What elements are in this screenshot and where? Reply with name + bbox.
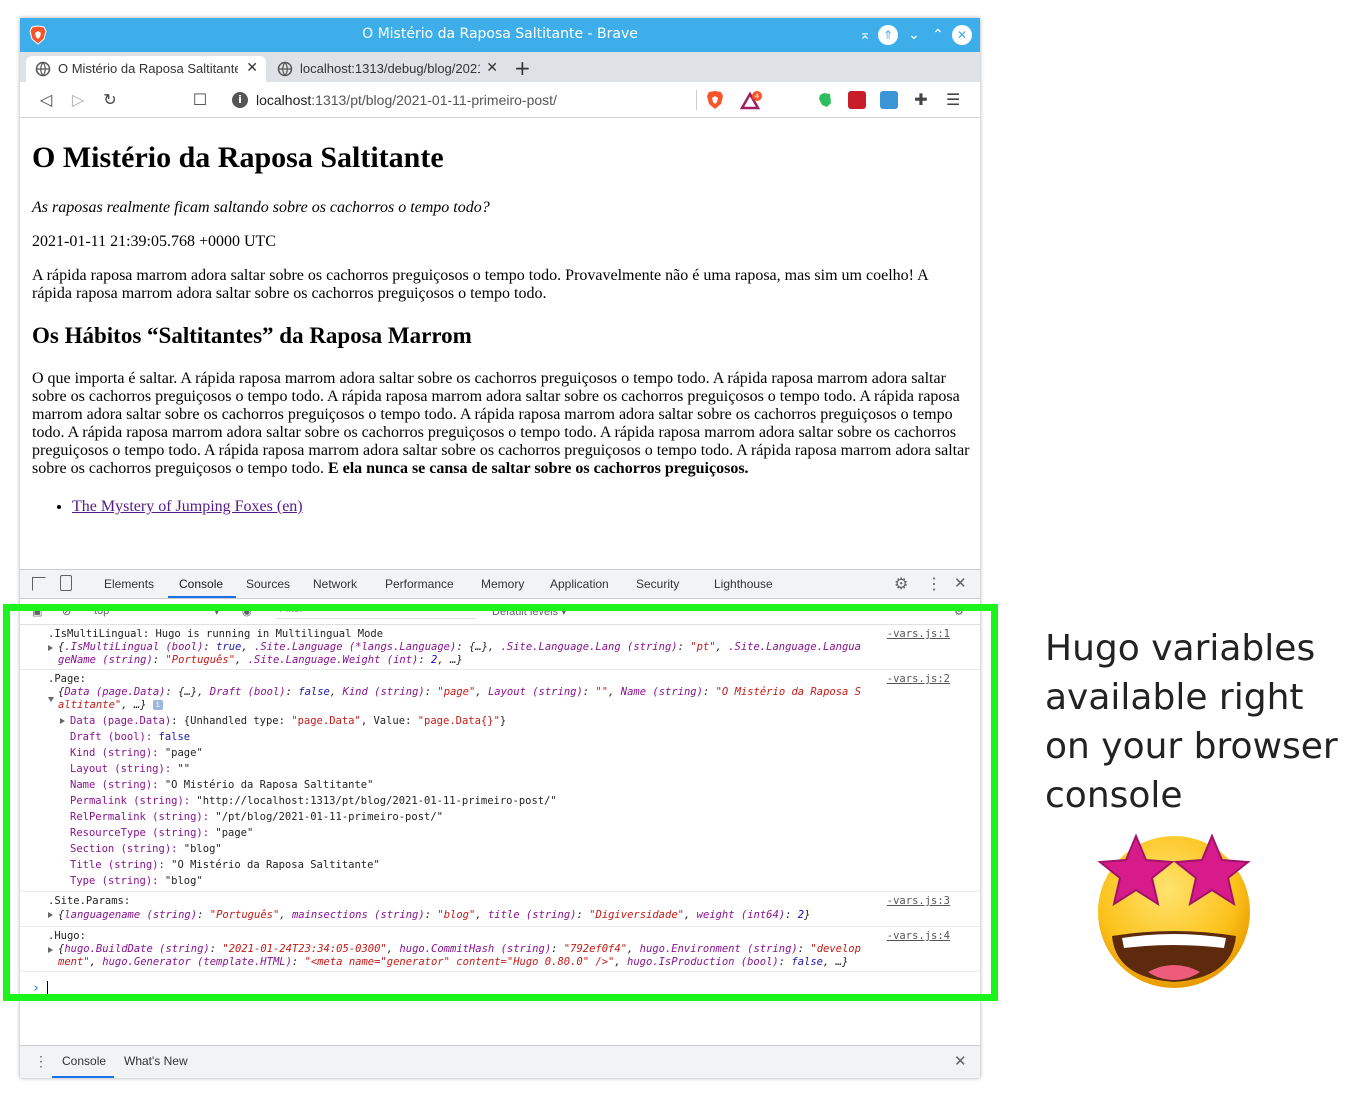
inspect-element-icon[interactable] (32, 577, 46, 591)
more-options-icon[interactable]: ⋮ (926, 574, 942, 594)
url-host: localhost (256, 92, 312, 108)
page-content: O Mistério da Raposa Saltitante As rapos… (20, 119, 980, 569)
new-tab-icon[interactable]: + (514, 57, 531, 79)
post-subtitle: As raposas realmente ficam saltando sobr… (32, 199, 490, 216)
paragraph: O que importa é saltar. A rápida raposa … (32, 370, 972, 478)
tab-sources[interactable]: Sources (246, 577, 290, 591)
site-info-icon[interactable]: i (232, 92, 248, 108)
close-tab-icon[interactable]: ✕ (486, 59, 498, 76)
window-title: O Mistério da Raposa Saltitante - Brave (362, 26, 638, 42)
paragraph: A rápida raposa marrom adora saltar sobr… (32, 267, 928, 302)
tab-elements[interactable]: Elements (104, 577, 154, 591)
close-drawer-icon[interactable]: ✕ (954, 1052, 967, 1070)
brave-rewards-icon[interactable]: 4 (740, 91, 762, 111)
post-title: O Mistério da Raposa Saltitante (32, 141, 444, 174)
rewards-badge: 4 (755, 93, 760, 101)
tab-label: O Mistério da Raposa Saltitante (58, 61, 238, 76)
brave-shields-icon[interactable] (706, 90, 724, 110)
tab-label: localhost:1313/debug/blog/2021-01-11 (300, 61, 480, 76)
minimize-icon[interactable]: ⌄ (903, 24, 925, 46)
post-date: 2021-01-11 21:39:05.768 +0000 UTC (32, 233, 276, 250)
drawer-tab-whats-new[interactable]: What's New (124, 1054, 188, 1068)
tab-strip: O Mistério da Raposa Saltitante ✕ localh… (20, 52, 980, 82)
drawer-menu-icon[interactable]: ⋮ (34, 1053, 48, 1070)
menu-icon[interactable]: ☰ (946, 90, 960, 109)
highlight-box (3, 604, 998, 1001)
device-toolbar-icon[interactable] (60, 575, 72, 591)
mendeley-extension-icon[interactable] (848, 91, 866, 109)
tab-security[interactable]: Security (636, 577, 679, 591)
tab-console[interactable]: Console (179, 577, 223, 591)
drawer-tab-console[interactable]: Console (62, 1054, 106, 1068)
active-tab-indicator (52, 1076, 114, 1078)
section-heading: Os Hábitos “Saltitantes” da Raposa Marro… (32, 323, 472, 348)
forward-icon[interactable]: ▷ (68, 90, 88, 110)
gear-icon[interactable]: ⚙ (894, 574, 908, 594)
title-bar: O Mistério da Raposa Saltitante - Brave … (20, 18, 980, 52)
url-path: :1313/pt/blog/2021-01-11-primeiro-post/ (311, 92, 557, 108)
reload-icon[interactable]: ↻ (100, 90, 120, 110)
tab-lighthouse[interactable]: Lighthouse (714, 577, 773, 591)
close-window-icon[interactable]: ✕ (952, 25, 972, 45)
translation-link[interactable]: The Mystery of Jumping Foxes (en) (72, 498, 303, 515)
evernote-extension-icon[interactable] (816, 91, 834, 109)
star-struck-emoji-icon (1097, 833, 1251, 988)
address-bar[interactable]: i localhost:1313/pt/blog/2021-01-11-prim… (222, 86, 782, 114)
tab-network[interactable]: Network (313, 577, 357, 591)
active-tab-indicator (168, 596, 236, 598)
close-tab-icon[interactable]: ✕ (246, 59, 258, 76)
keep-above-icon[interactable]: ⌅ (854, 24, 876, 46)
tab-extension-icon[interactable] (880, 91, 898, 109)
tab-performance[interactable]: Performance (385, 577, 454, 591)
back-icon[interactable]: ◁ (36, 90, 56, 110)
paragraph-bold: E ela nunca se cansa de saltar sobre os … (327, 460, 749, 477)
tab-application[interactable]: Application (550, 577, 609, 591)
tab-memory[interactable]: Memory (481, 577, 524, 591)
devtools-drawer: ⋮ Console What's New ✕ (20, 1045, 980, 1078)
browser-toolbar: ◁ ▷ ↻ ☐ i localhost:1313/pt/blog/2021-01… (20, 82, 980, 118)
bookmark-icon[interactable]: ☐ (190, 90, 210, 110)
list-item: The Mystery of Jumping Foxes (en) (72, 498, 303, 516)
tab-debug[interactable]: localhost:1313/debug/blog/2021-01-11 ✕ (268, 56, 506, 82)
tab-active[interactable]: O Mistério da Raposa Saltitante ✕ (26, 56, 266, 82)
globe-icon (35, 61, 51, 77)
translations-list: The Mystery of Jumping Foxes (en) (72, 498, 303, 516)
globe-icon (277, 61, 293, 77)
devtools-tabbar: Elements Console Sources Network Perform… (20, 570, 980, 599)
url-text: localhost:1313/pt/blog/2021-01-11-primei… (256, 92, 557, 108)
close-devtools-icon[interactable]: ✕ (954, 574, 967, 592)
extensions-puzzle-icon[interactable]: ✚ (912, 91, 930, 109)
url-divider (696, 90, 697, 110)
maximize-icon[interactable]: ⌃ (927, 24, 949, 46)
shade-icon[interactable]: ⇑ (878, 25, 898, 45)
annotation-caption: Hugo variables available right on your b… (1045, 628, 1338, 816)
